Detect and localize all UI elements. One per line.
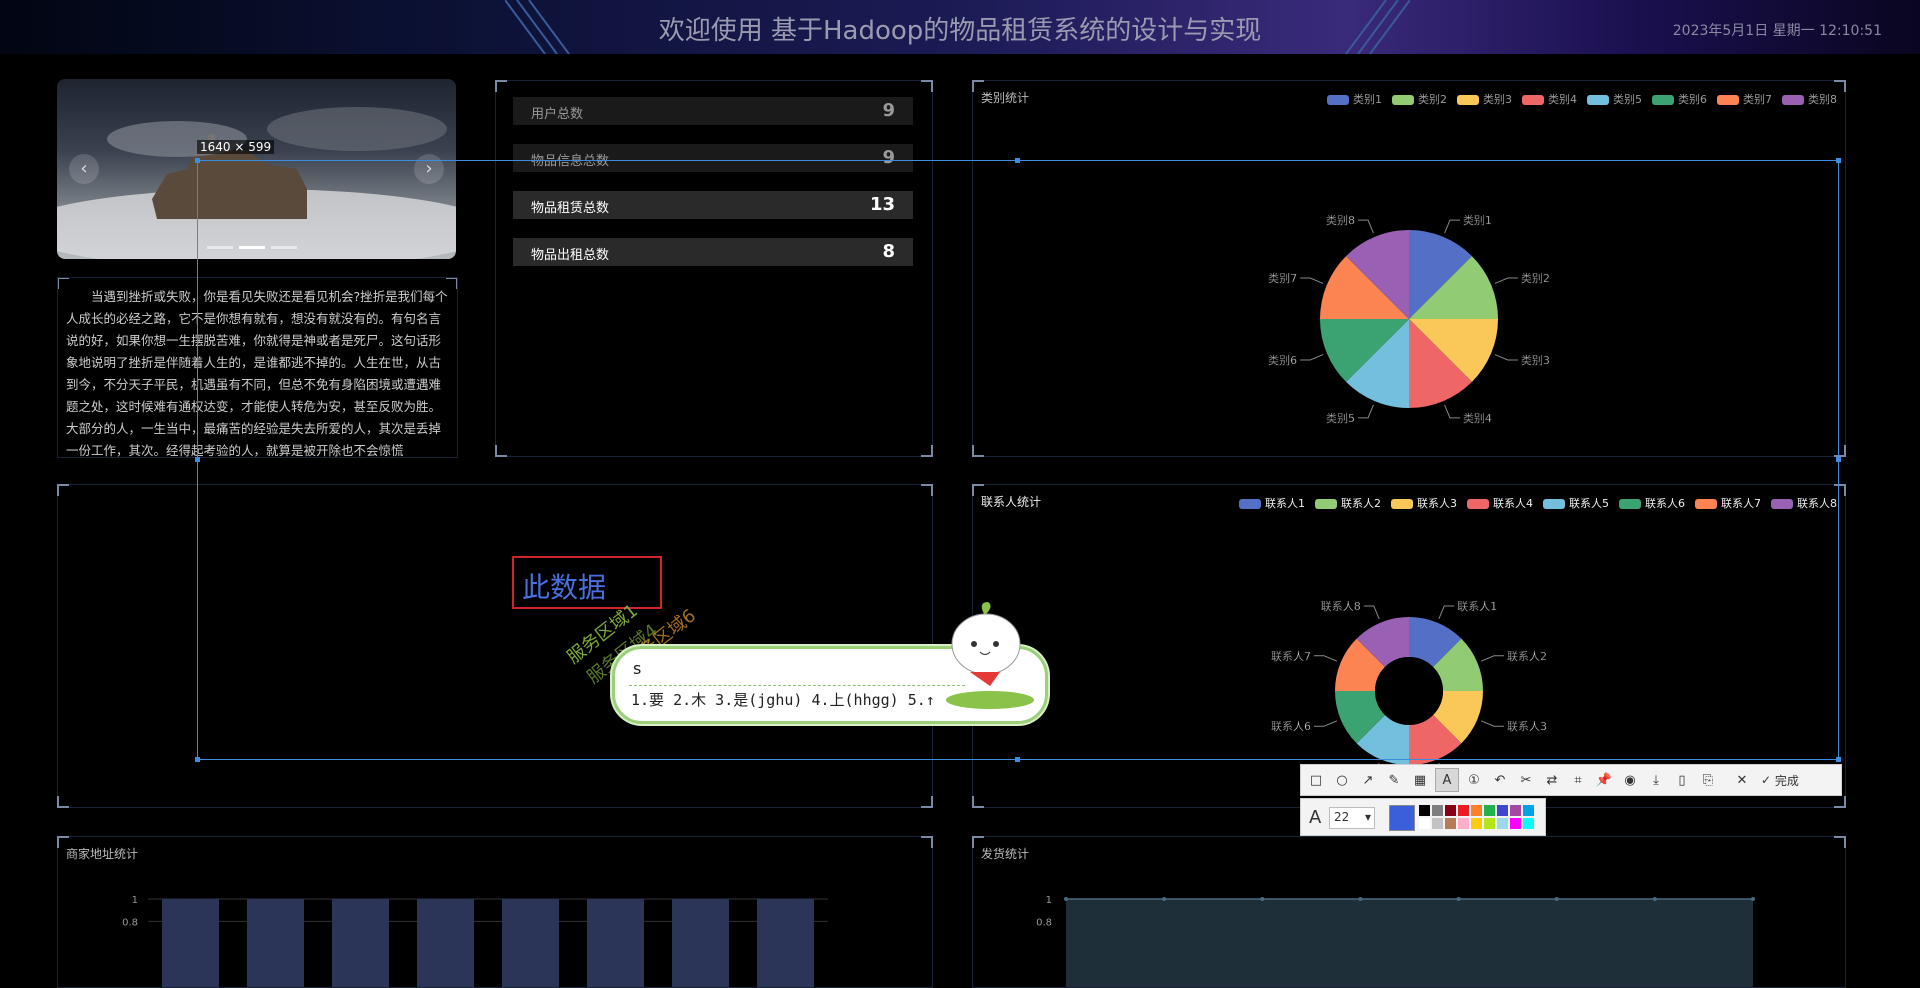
merchant-chart-panel: 商家地址统计 1 0.8: [57, 836, 933, 988]
color-swatch[interactable]: [1458, 805, 1469, 816]
color-swatch[interactable]: [1497, 805, 1508, 816]
pin-icon[interactable]: 📌: [1593, 769, 1615, 791]
translate-icon[interactable]: ⇄: [1541, 769, 1563, 791]
color-swatch[interactable]: [1445, 805, 1456, 816]
color-swatch[interactable]: [1471, 818, 1482, 829]
shipping-area-chart: 10.8: [1036, 895, 1755, 987]
merchant-bar-chart: 10.8: [122, 895, 828, 987]
stat-users: 用户总数 9: [513, 97, 913, 125]
data-point[interactable]: [1751, 897, 1755, 901]
color-swatch[interactable]: [1523, 805, 1534, 816]
number-icon[interactable]: ①: [1463, 769, 1485, 791]
ime-candidates[interactable]: 1.要 2.木 3.是(jghu) 4.上(hhgg) 5.↑: [631, 689, 935, 710]
resize-handle[interactable]: [195, 158, 200, 163]
y-tick-label: 0.8: [122, 917, 138, 928]
resize-handle[interactable]: [1015, 158, 1020, 163]
check-icon: ✓: [1761, 773, 1772, 787]
data-point[interactable]: [1260, 897, 1265, 901]
arrow-icon[interactable]: ↗: [1357, 769, 1379, 791]
page-title: 欢迎使用 基于Hadoop的物品租赁系统的设计与实现: [658, 16, 1262, 46]
stat-label: 用户总数: [531, 107, 584, 122]
y-tick-label: 1: [1046, 895, 1052, 906]
font-size-select[interactable]: 22 ▾: [1329, 807, 1375, 829]
font-icon: A: [1309, 807, 1322, 828]
text-icon[interactable]: A: [1435, 768, 1459, 792]
mosaic-icon[interactable]: ▦: [1409, 769, 1431, 791]
y-tick-label: 1: [132, 895, 138, 906]
shipping-chart-panel: 发货统计 1 0.8: [972, 836, 1846, 988]
clip-icon[interactable]: ✂: [1515, 769, 1537, 791]
close-icon[interactable]: ✕: [1731, 769, 1753, 791]
resize-handle[interactable]: [1836, 457, 1841, 462]
chevron-left-icon: ‹: [80, 158, 88, 179]
color-swatch[interactable]: [1484, 805, 1495, 816]
color-swatch[interactable]: [1523, 818, 1534, 829]
ellipse-icon[interactable]: ○: [1331, 769, 1353, 791]
download-icon[interactable]: ⤓: [1645, 769, 1667, 791]
pen-icon[interactable]: ✎: [1383, 769, 1405, 791]
rect-icon[interactable]: □: [1305, 769, 1327, 791]
color-swatch[interactable]: [1484, 818, 1495, 829]
data-point[interactable]: [1554, 897, 1559, 901]
done-button[interactable]: ✓ 完成: [1757, 769, 1803, 791]
color-swatch[interactable]: [1510, 805, 1521, 816]
color-swatch[interactable]: [1471, 805, 1482, 816]
data-point[interactable]: [1162, 897, 1167, 901]
carousel-prev-button[interactable]: ‹: [69, 154, 99, 184]
font-size-value: 22: [1334, 810, 1350, 824]
color-swatch[interactable]: [1419, 818, 1430, 829]
ocr-icon[interactable]: ⌗: [1567, 769, 1589, 791]
color-palette: [1419, 805, 1539, 831]
color-swatch[interactable]: [1432, 818, 1443, 829]
chevron-down-icon: ▾: [1364, 810, 1371, 824]
annotation-text: 此数据: [522, 571, 607, 604]
record-icon[interactable]: ◉: [1619, 769, 1641, 791]
stat-value: 9: [882, 100, 895, 121]
resize-handle[interactable]: [1836, 158, 1841, 163]
resize-handle[interactable]: [1836, 757, 1841, 762]
color-swatch[interactable]: [1419, 805, 1430, 816]
resize-handle[interactable]: [195, 457, 200, 462]
data-point[interactable]: [1652, 897, 1657, 901]
data-point[interactable]: [1456, 897, 1461, 901]
color-swatch[interactable]: [1445, 818, 1456, 829]
text-style-toolbar: A 22 ▾: [1300, 798, 1546, 836]
annotation-text-box[interactable]: 此数据: [512, 556, 662, 609]
header-bar: 欢迎使用 基于Hadoop的物品租赁系统的设计与实现 2023年5月1日 星期一…: [0, 0, 1920, 54]
bookmark-icon[interactable]: ⎘: [1697, 769, 1719, 791]
color-swatch[interactable]: [1432, 805, 1443, 816]
done-label: 完成: [1774, 773, 1799, 788]
y-tick-label: 0.8: [1036, 917, 1052, 928]
color-swatch[interactable]: [1510, 818, 1521, 829]
undo-icon[interactable]: ↶: [1489, 769, 1511, 791]
resize-handle[interactable]: [1015, 757, 1020, 762]
ime-mascot-icon: [946, 602, 1034, 709]
color-swatch[interactable]: [1458, 818, 1469, 829]
data-point[interactable]: [1064, 897, 1068, 901]
save-icon[interactable]: ▯: [1671, 769, 1693, 791]
selection-size-label: 1640 × 599: [197, 140, 275, 154]
color-swatch[interactable]: [1497, 818, 1508, 829]
current-color-swatch[interactable]: [1389, 805, 1415, 831]
datetime-display: 2023年5月1日 星期一 12:10:51: [1672, 23, 1882, 39]
screenshot-toolbar: □ ○ ↗ ✎ ▦ A ① ↶ ✂ ⇄ ⌗ 📌 ◉ ⤓ ▯ ⎘ ✕ ✓ 完成: [1300, 764, 1842, 796]
resize-handle[interactable]: [195, 757, 200, 762]
ime-input: s: [633, 659, 642, 678]
data-point[interactable]: [1358, 897, 1363, 901]
